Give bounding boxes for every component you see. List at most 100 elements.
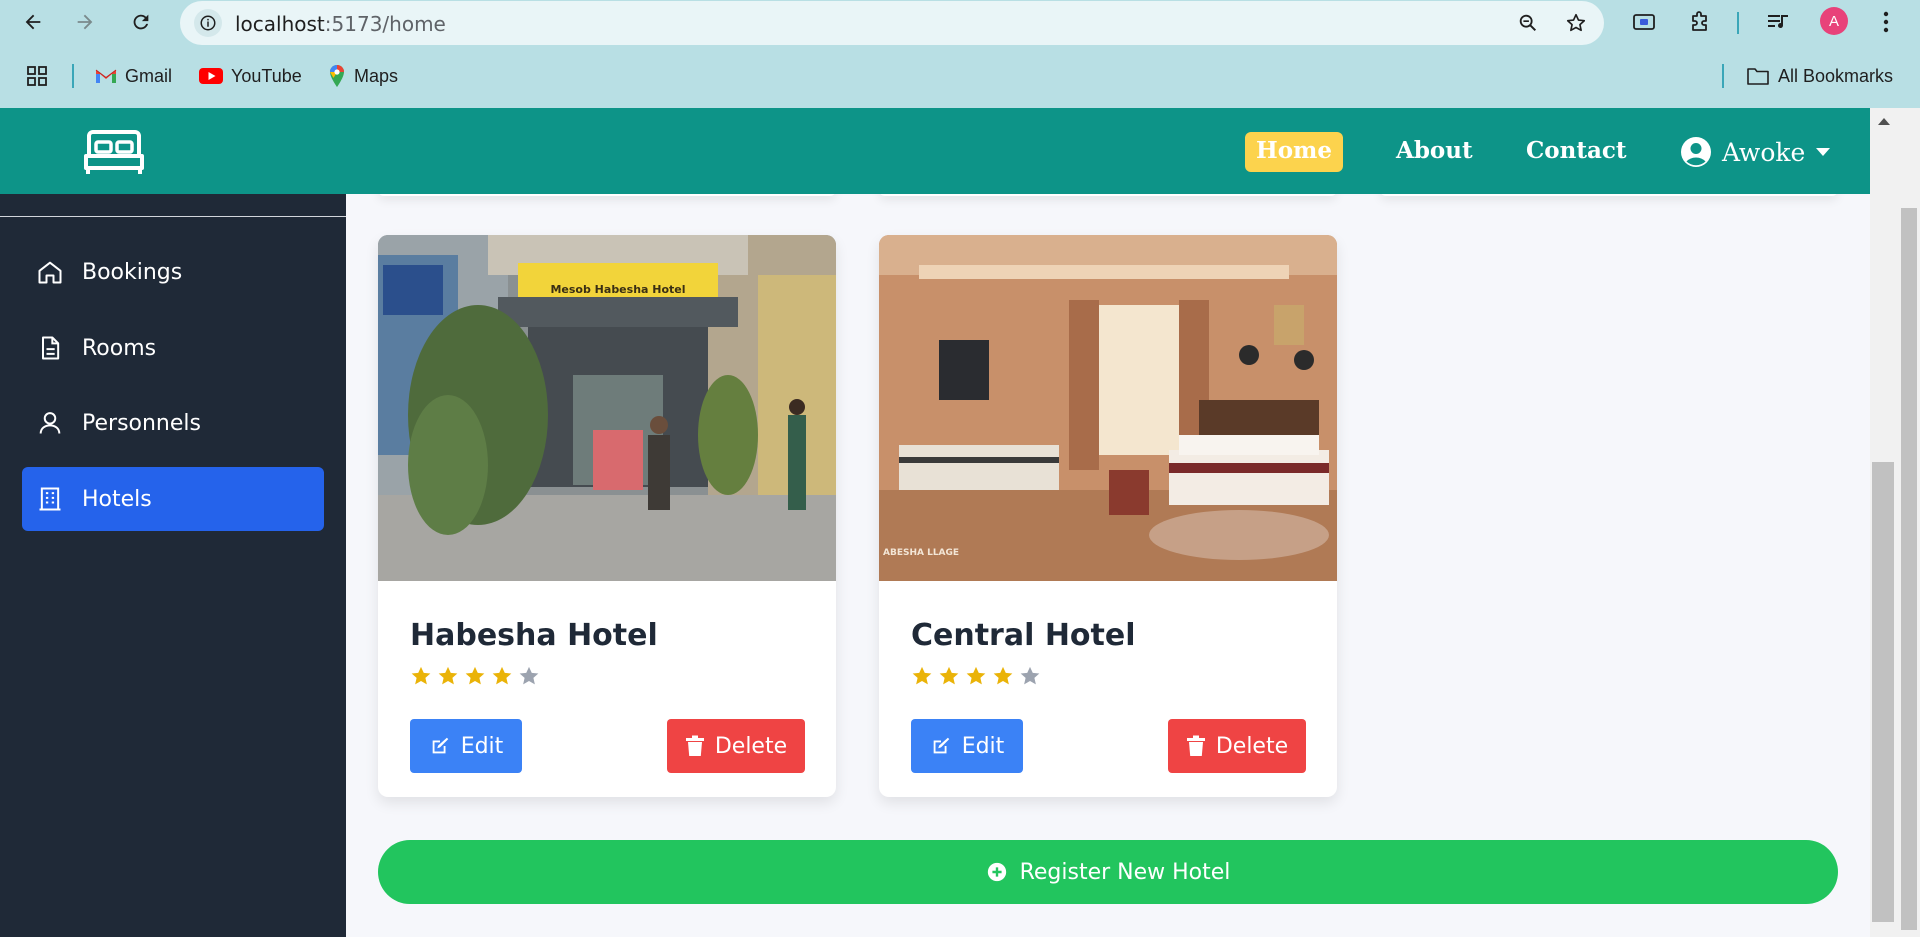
scroll-up-arrow[interactable] bbox=[1878, 118, 1890, 125]
hotel-name: Habesha Hotel bbox=[410, 618, 658, 653]
user-name: Awoke bbox=[1722, 137, 1806, 167]
user-menu[interactable]: Awoke bbox=[1680, 132, 1831, 172]
back-button[interactable] bbox=[17, 6, 49, 38]
sidebar-item-label: Bookings bbox=[82, 259, 183, 285]
edit-button[interactable]: Edit bbox=[911, 719, 1023, 773]
delete-button[interactable]: Delete bbox=[667, 719, 805, 773]
bookmark-separator bbox=[72, 64, 74, 88]
hotel-card: Mesob Habesha Hotel Habesha Hotel Edit D… bbox=[378, 235, 836, 797]
arrow-right-icon bbox=[77, 14, 93, 30]
folder-icon bbox=[1747, 68, 1769, 85]
url-host: localhost bbox=[235, 12, 325, 36]
address-bar[interactable]: localhost:5173/home bbox=[180, 1, 1604, 45]
arrow-left-icon bbox=[25, 14, 41, 30]
bookmark-gmail-label: Gmail bbox=[125, 65, 173, 86]
scrollbar-thumb[interactable] bbox=[1872, 462, 1894, 922]
sidebar-item-rooms[interactable]: Rooms bbox=[22, 316, 324, 380]
bookmark-maps[interactable]: Maps bbox=[328, 64, 398, 88]
edit-button[interactable]: Edit bbox=[410, 719, 522, 773]
plus-circle-icon bbox=[987, 862, 1006, 882]
youtube-icon bbox=[199, 68, 223, 84]
apps-button[interactable] bbox=[26, 64, 48, 88]
star-empty-icon bbox=[519, 666, 539, 685]
user-circle-icon bbox=[1681, 137, 1711, 167]
all-bookmarks-button[interactable]: All Bookmarks bbox=[1746, 64, 1893, 88]
card-shadow-above bbox=[879, 194, 1337, 196]
app-scrollbar[interactable] bbox=[1870, 108, 1898, 937]
card-shadow-above bbox=[378, 194, 836, 196]
star-filled-icon bbox=[939, 666, 959, 685]
star-filled-icon bbox=[492, 666, 512, 685]
star-filled-icon bbox=[465, 666, 485, 685]
maps-icon bbox=[330, 65, 344, 87]
playlist-music-icon bbox=[1768, 15, 1788, 29]
apps-grid-icon bbox=[27, 66, 47, 86]
bookmark-separator bbox=[1722, 64, 1724, 88]
page-scrollbar-thumb[interactable] bbox=[1901, 208, 1917, 930]
bookmark-maps-label: Maps bbox=[354, 65, 399, 86]
sidebar-item-hotels[interactable]: Hotels bbox=[22, 467, 324, 531]
browser-chrome: localhost:5173/home A Gmail YouTube Maps… bbox=[0, 0, 1920, 108]
star-filled-icon bbox=[993, 666, 1013, 685]
sidebar-item-bookings[interactable]: Bookings bbox=[22, 240, 324, 304]
star-outline-icon bbox=[1566, 13, 1586, 32]
bookmark-youtube[interactable]: YouTube bbox=[199, 64, 302, 88]
star-filled-icon bbox=[912, 666, 932, 685]
register-hotel-button[interactable]: Register New Hotel bbox=[378, 840, 1838, 904]
reload-button[interactable] bbox=[125, 6, 157, 38]
url-text[interactable]: localhost:5173/home bbox=[235, 12, 446, 36]
star-filled-icon bbox=[411, 666, 431, 685]
hotel-card: ABESHA LLAGE Central Hotel Edit Delete bbox=[879, 235, 1337, 797]
app-header: Home About Contact Awoke bbox=[0, 108, 1898, 194]
edit-icon bbox=[933, 737, 949, 754]
star-filled-icon bbox=[438, 666, 458, 685]
caret-down-icon bbox=[1816, 148, 1831, 156]
screen-cast-icon bbox=[1633, 14, 1655, 30]
all-bookmarks-label: All Bookmarks bbox=[1778, 65, 1894, 86]
bookmarks-bar: Gmail YouTube Maps All Bookmarks bbox=[0, 56, 1920, 96]
hotel-sign-text: ABESHA LLAGE bbox=[883, 548, 959, 558]
card-shadow-above bbox=[1380, 194, 1838, 196]
browser-toolbar: localhost:5173/home A bbox=[0, 0, 1920, 45]
sidebar-item-label: Personnels bbox=[82, 410, 201, 436]
media-control-button[interactable] bbox=[1762, 6, 1794, 38]
kebab-menu-icon bbox=[1883, 11, 1889, 33]
nav-contact-link[interactable]: Contact bbox=[1526, 132, 1627, 170]
zoom-button[interactable] bbox=[1514, 9, 1542, 37]
page-scrollbar[interactable] bbox=[1898, 108, 1920, 937]
star-empty-icon bbox=[1020, 666, 1040, 685]
edit-button-label: Edit bbox=[460, 733, 504, 759]
forward-button[interactable] bbox=[69, 6, 101, 38]
screen-cast-button[interactable] bbox=[1628, 6, 1660, 38]
extensions-button[interactable] bbox=[1684, 6, 1716, 38]
hotel-photo: Mesob Habesha Hotel bbox=[378, 235, 836, 581]
browser-menu-button[interactable] bbox=[1870, 6, 1902, 38]
edit-button-label: Edit bbox=[961, 733, 1005, 759]
url-path: :5173/home bbox=[324, 12, 446, 36]
delete-button-label: Delete bbox=[714, 733, 788, 759]
sidebar-item-label: Hotels bbox=[82, 486, 152, 512]
register-hotel-label: Register New Hotel bbox=[1019, 859, 1231, 885]
bookmark-gmail[interactable]: Gmail bbox=[95, 64, 172, 88]
puzzle-icon bbox=[1692, 11, 1707, 31]
bed-logo-icon[interactable] bbox=[83, 128, 145, 181]
delete-button[interactable]: Delete bbox=[1168, 719, 1306, 773]
trash-icon bbox=[685, 735, 704, 756]
hotel-name: Central Hotel bbox=[911, 618, 1136, 653]
profile-avatar[interactable]: A bbox=[1820, 7, 1848, 35]
sidebar-item-label: Rooms bbox=[82, 335, 157, 361]
building-icon bbox=[39, 487, 61, 511]
info-icon bbox=[200, 15, 216, 31]
bookmark-youtube-label: YouTube bbox=[231, 65, 302, 86]
nav-about-link[interactable]: About bbox=[1396, 132, 1473, 170]
sidebar-item-personnels[interactable]: Personnels bbox=[22, 391, 324, 455]
main-content: Mesob Habesha Hotel Habesha Hotel Edit D… bbox=[346, 194, 1870, 937]
user-icon bbox=[39, 412, 61, 434]
zoom-icon bbox=[1519, 14, 1537, 32]
sidebar-divider bbox=[0, 216, 346, 217]
bookmark-star-button[interactable] bbox=[1562, 9, 1590, 37]
site-info-button[interactable] bbox=[194, 9, 222, 37]
nav-home-link[interactable]: Home bbox=[1245, 132, 1343, 172]
delete-button-label: Delete bbox=[1215, 733, 1289, 759]
hotel-photo: ABESHA LLAGE bbox=[879, 235, 1337, 581]
